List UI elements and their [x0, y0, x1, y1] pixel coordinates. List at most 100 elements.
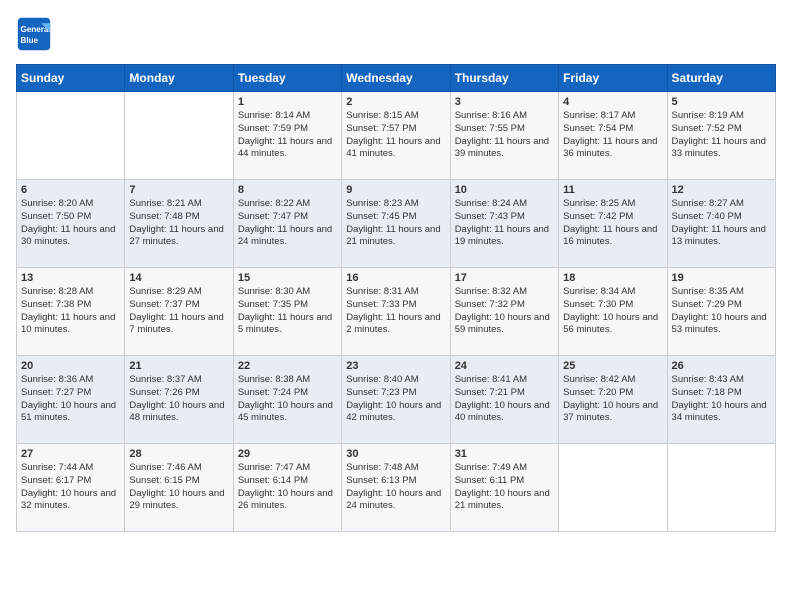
day-number: 9: [346, 184, 445, 196]
header-sunday: Sunday: [17, 65, 125, 92]
day-info: Sunrise: 8:19 AM Sunset: 7:52 PM Dayligh…: [672, 110, 771, 161]
day-number: 31: [455, 448, 554, 460]
calendar-cell: 12Sunrise: 8:27 AM Sunset: 7:40 PM Dayli…: [667, 180, 775, 268]
day-info: Sunrise: 8:29 AM Sunset: 7:37 PM Dayligh…: [129, 286, 228, 337]
day-info: Sunrise: 8:14 AM Sunset: 7:59 PM Dayligh…: [238, 110, 337, 161]
calendar-cell: 25 Sunrise: 8:42 AM Sunset: 7:20 PM Dayli…: [559, 356, 667, 444]
calendar-cell: [559, 444, 667, 532]
logo: General Blue: [16, 16, 56, 52]
day-info: Sunrise: 8:17 AM Sunset: 7:54 PM Dayligh…: [563, 110, 662, 161]
calendar-cell: 27 Sunrise: 7:44 AM Sunset: 6:17 PM Dayli…: [17, 444, 125, 532]
week-row-0: 1 Sunrise: 8:14 AM Sunset: 7:59 PM Daylig…: [17, 92, 776, 180]
page-header: General Blue: [16, 16, 776, 52]
day-info: Sunrise: 8:40 AM Sunset: 7:23 PM Dayligh…: [346, 374, 445, 425]
header-thursday: Thursday: [450, 65, 558, 92]
calendar-cell: 8Sunrise: 8:22 AM Sunset: 7:47 PM Daylig…: [233, 180, 341, 268]
day-number: 23: [346, 360, 445, 372]
calendar-cell: 1 Sunrise: 8:14 AM Sunset: 7:59 PM Daylig…: [233, 92, 341, 180]
calendar-cell: 13 Sunrise: 8:28 AM Sunset: 7:38 PM Dayli…: [17, 268, 125, 356]
calendar-cell: 3Sunrise: 8:16 AM Sunset: 7:55 PM Daylig…: [450, 92, 558, 180]
header-saturday: Saturday: [667, 65, 775, 92]
calendar-cell: [125, 92, 233, 180]
calendar-cell: 17Sunrise: 8:32 AM Sunset: 7:32 PM Dayli…: [450, 268, 558, 356]
calendar-header: SundayMondayTuesdayWednesdayThursdayFrid…: [17, 65, 776, 92]
svg-text:Blue: Blue: [21, 36, 39, 45]
day-info: Sunrise: 8:37 AM Sunset: 7:26 PM Dayligh…: [129, 374, 228, 425]
day-number: 21: [129, 360, 228, 372]
calendar-cell: 20 Sunrise: 8:36 AM Sunset: 7:27 PM Dayli…: [17, 356, 125, 444]
day-info: Sunrise: 8:15 AM Sunset: 7:57 PM Dayligh…: [346, 110, 445, 161]
day-number: 26: [672, 360, 771, 372]
day-number: 22: [238, 360, 337, 372]
day-info: Sunrise: 7:49 AM Sunset: 6:11 PM Dayligh…: [455, 462, 554, 513]
calendar-cell: 16 Sunrise: 8:31 AM Sunset: 7:33 PM Dayli…: [342, 268, 450, 356]
day-info: Sunrise: 8:36 AM Sunset: 7:27 PM Dayligh…: [21, 374, 120, 425]
calendar-cell: 24Sunrise: 8:41 AM Sunset: 7:21 PM Dayli…: [450, 356, 558, 444]
calendar-cell: 11 Sunrise: 8:25 AM Sunset: 7:42 PM Dayli…: [559, 180, 667, 268]
day-number: 15: [238, 272, 337, 284]
day-info: Sunrise: 8:43 AM Sunset: 7:18 PM Dayligh…: [672, 374, 771, 425]
calendar-cell: 22Sunrise: 8:38 AM Sunset: 7:24 PM Dayli…: [233, 356, 341, 444]
day-number: 17: [455, 272, 554, 284]
day-number: 24: [455, 360, 554, 372]
day-number: 7: [129, 184, 228, 196]
day-number: 1: [238, 96, 337, 108]
day-number: 28: [129, 448, 228, 460]
day-number: 14: [129, 272, 228, 284]
calendar-cell: 18 Sunrise: 8:34 AM Sunset: 7:30 PM Dayli…: [559, 268, 667, 356]
day-number: 5: [672, 96, 771, 108]
day-number: 30: [346, 448, 445, 460]
calendar-cell: 23 Sunrise: 8:40 AM Sunset: 7:23 PM Dayli…: [342, 356, 450, 444]
day-number: 20: [21, 360, 120, 372]
week-row-2: 13 Sunrise: 8:28 AM Sunset: 7:38 PM Dayli…: [17, 268, 776, 356]
day-number: 18: [563, 272, 662, 284]
day-info: Sunrise: 8:42 AM Sunset: 7:20 PM Dayligh…: [563, 374, 662, 425]
day-number: 6: [21, 184, 120, 196]
day-number: 25: [563, 360, 662, 372]
day-info: Sunrise: 7:46 AM Sunset: 6:15 PM Dayligh…: [129, 462, 228, 513]
day-number: 29: [238, 448, 337, 460]
calendar-cell: 14 Sunrise: 8:29 AM Sunset: 7:37 PM Dayli…: [125, 268, 233, 356]
day-info: Sunrise: 7:48 AM Sunset: 6:13 PM Dayligh…: [346, 462, 445, 513]
calendar-cell: 21 Sunrise: 8:37 AM Sunset: 7:26 PM Dayli…: [125, 356, 233, 444]
day-number: 16: [346, 272, 445, 284]
week-row-4: 27 Sunrise: 7:44 AM Sunset: 6:17 PM Dayli…: [17, 444, 776, 532]
day-info: Sunrise: 8:25 AM Sunset: 7:42 PM Dayligh…: [563, 198, 662, 249]
logo-icon: General Blue: [16, 16, 52, 52]
header-row: SundayMondayTuesdayWednesdayThursdayFrid…: [17, 65, 776, 92]
header-monday: Monday: [125, 65, 233, 92]
day-number: 10: [455, 184, 554, 196]
calendar-cell: [667, 444, 775, 532]
calendar-cell: 19 Sunrise: 8:35 AM Sunset: 7:29 PM Dayli…: [667, 268, 775, 356]
header-wednesday: Wednesday: [342, 65, 450, 92]
calendar-cell: 4 Sunrise: 8:17 AM Sunset: 7:54 PM Daylig…: [559, 92, 667, 180]
day-info: Sunrise: 8:28 AM Sunset: 7:38 PM Dayligh…: [21, 286, 120, 337]
day-info: Sunrise: 8:31 AM Sunset: 7:33 PM Dayligh…: [346, 286, 445, 337]
calendar-cell: 15Sunrise: 8:30 AM Sunset: 7:35 PM Dayli…: [233, 268, 341, 356]
calendar-cell: 29Sunrise: 7:47 AM Sunset: 6:14 PM Dayli…: [233, 444, 341, 532]
day-number: 2: [346, 96, 445, 108]
week-row-1: 6 Sunrise: 8:20 AM Sunset: 7:50 PM Daylig…: [17, 180, 776, 268]
day-info: Sunrise: 8:16 AM Sunset: 7:55 PM Dayligh…: [455, 110, 554, 161]
calendar-cell: 9 Sunrise: 8:23 AM Sunset: 7:45 PM Daylig…: [342, 180, 450, 268]
day-info: Sunrise: 8:35 AM Sunset: 7:29 PM Dayligh…: [672, 286, 771, 337]
day-number: 4: [563, 96, 662, 108]
day-number: 27: [21, 448, 120, 460]
day-number: 13: [21, 272, 120, 284]
calendar-cell: 7Sunrise: 8:21 AM Sunset: 7:48 PM Daylig…: [125, 180, 233, 268]
day-info: Sunrise: 8:23 AM Sunset: 7:45 PM Dayligh…: [346, 198, 445, 249]
day-number: 19: [672, 272, 771, 284]
day-info: Sunrise: 7:44 AM Sunset: 6:17 PM Dayligh…: [21, 462, 120, 513]
calendar-cell: 5 Sunrise: 8:19 AM Sunset: 7:52 PM Daylig…: [667, 92, 775, 180]
calendar-cell: 31 Sunrise: 7:49 AM Sunset: 6:11 PM Dayli…: [450, 444, 558, 532]
calendar-cell: [17, 92, 125, 180]
day-info: Sunrise: 8:34 AM Sunset: 7:30 PM Dayligh…: [563, 286, 662, 337]
calendar-cell: 28 Sunrise: 7:46 AM Sunset: 6:15 PM Dayli…: [125, 444, 233, 532]
header-friday: Friday: [559, 65, 667, 92]
day-info: Sunrise: 8:20 AM Sunset: 7:50 PM Dayligh…: [21, 198, 120, 249]
calendar-cell: 26 Sunrise: 8:43 AM Sunset: 7:18 PM Dayli…: [667, 356, 775, 444]
calendar-cell: 10Sunrise: 8:24 AM Sunset: 7:43 PM Dayli…: [450, 180, 558, 268]
day-number: 12: [672, 184, 771, 196]
day-number: 11: [563, 184, 662, 196]
calendar-table: SundayMondayTuesdayWednesdayThursdayFrid…: [16, 64, 776, 532]
